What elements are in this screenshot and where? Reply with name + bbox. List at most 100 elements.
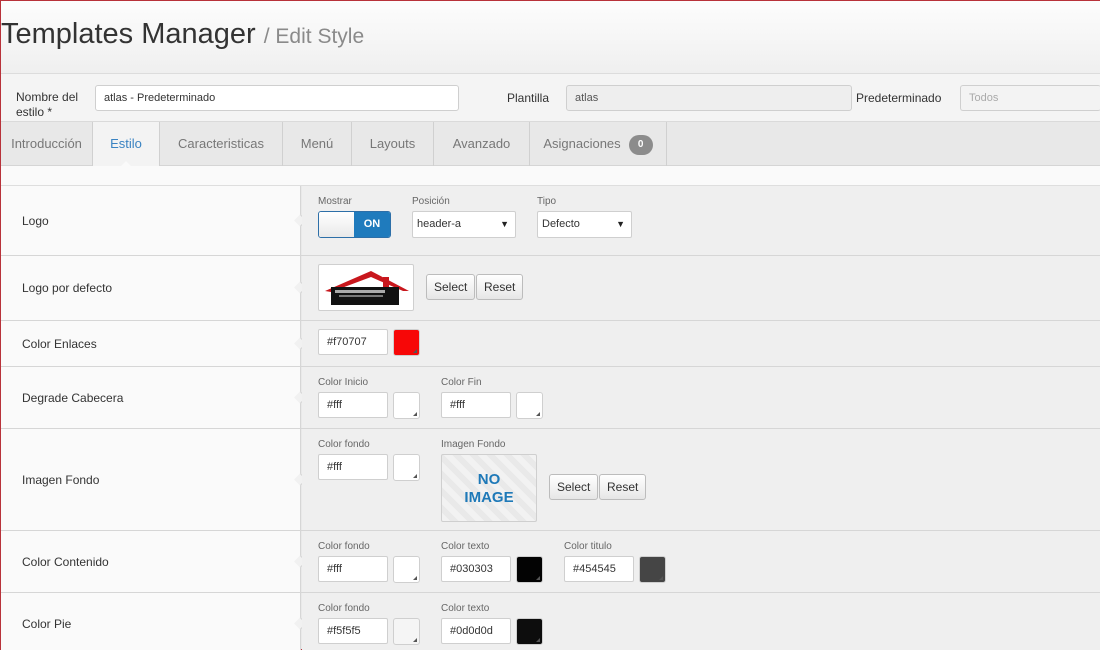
row-default-logo: Logo por defecto Select Reset	[1, 256, 1100, 321]
content-bg-color-label: Color fondo	[318, 541, 370, 552]
position-select-value: header-a	[417, 218, 462, 230]
footer-text-color-swatch[interactable]	[516, 618, 543, 645]
page-subtitle: / Edit Style	[263, 25, 365, 48]
tab-layouts-label: Layouts	[369, 136, 416, 151]
default-label: Predeterminado	[856, 91, 942, 105]
start-color-label: Color Inicio	[318, 377, 369, 388]
content-title-color-swatch[interactable]	[639, 556, 666, 583]
row-link-color-content: #f70707	[302, 321, 1100, 366]
type-label: Tipo	[537, 196, 557, 207]
link-color-input[interactable]: #f70707	[318, 329, 388, 355]
row-background-image-content: Color fondo #fff Imagen Fondo NO IMAGE S…	[302, 429, 1100, 530]
row-default-logo-label: Logo por defecto	[1, 256, 301, 320]
tab-menu-label: Menú	[300, 136, 334, 151]
row-default-logo-label-text: Logo por defecto	[22, 281, 113, 295]
template-label: Plantilla	[507, 91, 550, 105]
end-color-swatch[interactable]	[516, 392, 543, 419]
page-header: Templates Manager / Edit Style	[1, 1, 1100, 74]
content-text-color-input[interactable]: #030303	[441, 556, 511, 582]
row-footer-color-label-text: Color Pie	[22, 617, 72, 631]
content-title-color-label: Color titulo	[564, 541, 612, 552]
assignments-count-badge: 0	[628, 134, 653, 155]
show-logo-toggle[interactable]: ON	[318, 211, 391, 238]
content-title-color-input[interactable]: #454545	[564, 556, 634, 582]
tab-estilo-label: Estilo	[110, 136, 142, 151]
row-header-gradient-content: Color Inicio #fff Color Fin #fff	[302, 367, 1100, 428]
position-select[interactable]: header-a ▼	[412, 211, 516, 238]
row-header-gradient-label-text: Degrade Cabecera	[22, 390, 124, 405]
bg-color-label: Color fondo	[318, 439, 370, 450]
type-select[interactable]: Defecto ▼	[537, 211, 632, 238]
row-content-color-label-text: Color Contenido	[22, 554, 109, 569]
row-background-image: Imagen Fondo Color fondo #fff Imagen Fon…	[1, 429, 1100, 531]
bg-color-swatch[interactable]	[393, 454, 420, 481]
content-bg-color-input[interactable]: #fff	[318, 556, 388, 582]
row-logo-label-text: Logo	[22, 213, 49, 228]
tab-caracteristicas-label: Caracteristicas	[178, 136, 264, 151]
house-logo-icon	[325, 271, 409, 305]
row-content-color: Color Contenido Color fondo #fff Color t…	[1, 531, 1100, 593]
toggle-off-side	[319, 212, 355, 237]
bg-color-input[interactable]: #fff	[318, 454, 388, 480]
footer-text-color-label: Color texto	[441, 603, 490, 614]
tab-avanzado[interactable]: Avanzado	[434, 122, 530, 166]
footer-text-color-input[interactable]: #0d0d0d	[441, 618, 511, 644]
row-content-color-label: Color Contenido	[1, 531, 301, 592]
dropdown-arrow-icon: ▼	[500, 219, 509, 229]
footer-bg-color-swatch[interactable]	[393, 618, 420, 645]
tab-layouts[interactable]: Layouts	[352, 122, 434, 166]
tab-asignaciones-label: Asignaciones	[543, 136, 621, 151]
tab-introduccion-label: Introducción	[11, 136, 82, 151]
row-logo-label: Logo	[1, 186, 301, 255]
row-footer-color: Color Pie Color fondo #f5f5f5 Color text…	[1, 593, 1100, 650]
footer-bg-color-label: Color fondo	[318, 603, 370, 614]
logo-reset-button[interactable]: Reset	[476, 274, 524, 300]
footer-bg-color-input[interactable]: #f5f5f5	[318, 618, 388, 644]
style-details-bar: Nombre del estilo * atlas - Predetermina…	[1, 74, 1100, 122]
link-color-swatch[interactable]	[393, 329, 420, 356]
toggle-on-side: ON	[354, 212, 390, 237]
end-color-label: Color Fin	[441, 377, 482, 388]
content-top-strip	[1, 166, 1100, 186]
row-logo-content: Mostrar ON Posición header-a ▼ Tipo Defec…	[302, 186, 1100, 255]
default-select[interactable]: Todos	[960, 85, 1100, 111]
page-title-text: Templates Manager	[1, 18, 256, 50]
tab-estilo[interactable]: Estilo	[93, 122, 160, 167]
start-color-input[interactable]: #fff	[318, 392, 388, 418]
style-name-input[interactable]: atlas - Predeterminado	[95, 85, 459, 111]
content-bg-color-swatch[interactable]	[393, 556, 420, 583]
tab-introduccion[interactable]: Introducción	[1, 122, 93, 166]
style-name-label: Nombre del estilo *	[16, 90, 79, 119]
start-color-swatch[interactable]	[393, 392, 420, 419]
tab-menu[interactable]: Menú	[283, 122, 352, 166]
row-background-image-label: Imagen Fondo	[1, 429, 301, 530]
content-text-color-label: Color texto	[441, 541, 490, 552]
row-header-gradient: Degrade Cabecera Color Inicio #fff Color…	[1, 367, 1100, 429]
tab-caracteristicas[interactable]: Caracteristicas	[160, 122, 283, 166]
no-image-placeholder: NO IMAGE	[441, 454, 537, 522]
position-label: Posición	[412, 196, 450, 207]
logo-select-button[interactable]: Select	[426, 274, 476, 300]
tab-asignaciones[interactable]: Asignaciones 0	[530, 122, 667, 166]
type-select-value: Defecto	[542, 218, 580, 230]
bg-image-select-button[interactable]: Select	[549, 474, 599, 500]
bg-image-reset-button[interactable]: Reset	[599, 474, 647, 500]
end-color-input[interactable]: #fff	[441, 392, 511, 418]
row-default-logo-content: Select Reset	[302, 256, 1100, 320]
no-image-text-2: IMAGE	[464, 489, 514, 506]
row-link-color: Color Enlaces #f70707	[1, 321, 1100, 367]
row-footer-color-content: Color fondo #f5f5f5 Color texto #0d0d0d	[302, 593, 1100, 650]
show-label: Mostrar	[318, 196, 352, 207]
tab-bar: Introducción Estilo Caracteristicas Menú…	[1, 122, 1100, 167]
row-link-color-label: Color Enlaces	[1, 321, 301, 366]
page-title: Templates Manager / Edit Style	[1, 18, 364, 51]
template-field[interactable]: atlas	[566, 85, 852, 111]
row-background-image-label-text: Imagen Fondo	[22, 472, 100, 487]
row-footer-color-label: Color Pie	[1, 593, 301, 650]
bg-image-label: Imagen Fondo	[441, 439, 506, 450]
tab-avanzado-label: Avanzado	[452, 136, 511, 151]
content-text-color-swatch[interactable]	[516, 556, 543, 583]
row-link-color-label-text: Color Enlaces	[22, 336, 97, 351]
row-logo: Logo Mostrar ON Posición header-a ▼ Tipo …	[1, 186, 1100, 256]
no-image-text: NO	[477, 471, 501, 488]
